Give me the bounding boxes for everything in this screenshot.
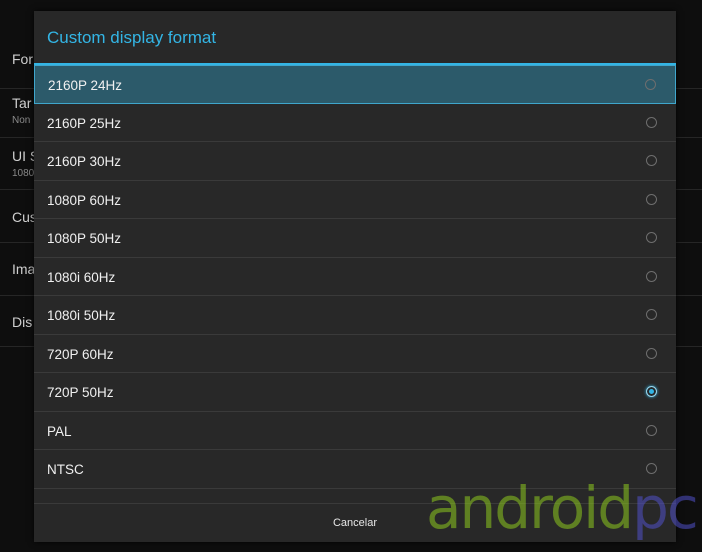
format-options-list: 2160P 24Hz 2160P 25Hz 2160P 30Hz 1080P 6…	[34, 65, 676, 489]
format-option-label: 720P 50Hz	[47, 385, 114, 400]
format-option-label: 1080i 60Hz	[47, 269, 116, 285]
format-option-label: 2160P 30Hz	[47, 154, 122, 169]
radio-button[interactable]	[646, 347, 657, 359]
radio-button[interactable]	[646, 232, 657, 243]
format-option-label: 2160P 25Hz	[47, 115, 122, 131]
format-option[interactable]: 2160P 24Hz	[34, 65, 676, 104]
settings-item-title: Ima	[12, 261, 36, 277]
radio-button[interactable]	[646, 193, 657, 205]
format-option-label: NTSC	[47, 462, 84, 477]
format-option[interactable]: 2160P 25Hz	[34, 104, 676, 142]
radio-button[interactable]	[646, 309, 657, 320]
dialog-button-bar: Cancelar	[34, 503, 676, 542]
display-format-dialog: Custom display format 2160P 24Hz 2160P 2…	[34, 11, 676, 542]
format-option-label: 1080P 50Hz	[47, 231, 122, 246]
format-option[interactable]: 2160P 30Hz	[34, 142, 676, 181]
format-option[interactable]: PAL	[34, 412, 676, 450]
format-option[interactable]: 1080i 60Hz	[34, 258, 676, 296]
settings-item-subtitle: 1080	[12, 168, 35, 179]
settings-item-title: Dis	[12, 314, 33, 330]
settings-item-subtitle: Non	[12, 115, 31, 126]
settings-item-title: Tar	[12, 95, 32, 111]
cancel-button[interactable]: Cancelar	[34, 504, 676, 542]
format-option-label: PAL	[47, 423, 72, 439]
format-option[interactable]: 720P 50Hz	[34, 373, 676, 412]
format-option[interactable]: NTSC	[34, 450, 676, 489]
format-option-label: 720P 60Hz	[47, 346, 114, 362]
radio-button[interactable]	[646, 155, 657, 166]
dialog-title: Custom display format	[47, 28, 217, 47]
radio-button[interactable]	[645, 79, 656, 90]
format-option[interactable]: 1080P 50Hz	[34, 219, 676, 258]
radio-button[interactable]	[646, 116, 657, 128]
format-option[interactable]: 720P 60Hz	[34, 335, 676, 373]
format-option[interactable]: 1080i 50Hz	[34, 296, 676, 335]
format-option-label: 2160P 24Hz	[48, 78, 123, 93]
radio-button[interactable]	[646, 463, 657, 474]
radio-button[interactable]	[646, 424, 657, 436]
radio-button-checked[interactable]	[646, 386, 657, 397]
settings-item-title: For	[12, 51, 33, 67]
format-option[interactable]: 1080P 60Hz	[34, 181, 676, 219]
format-option-label: 1080i 50Hz	[47, 308, 116, 323]
radio-button[interactable]	[646, 270, 657, 282]
format-option-label: 1080P 60Hz	[47, 192, 122, 208]
